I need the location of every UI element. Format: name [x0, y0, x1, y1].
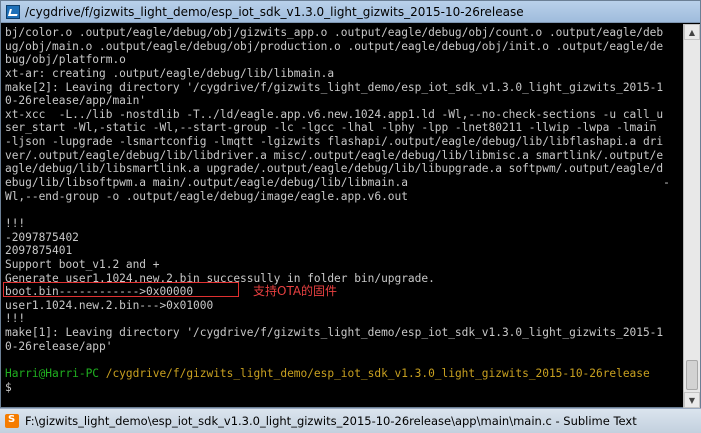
terminal-line: Wl,--end-group -o .output/eagle/debug/im… [5, 189, 408, 203]
terminal-line: Support boot_v1.2 and + [5, 257, 160, 271]
terminal-line: user1.1024.new.2.bin--->0x01000 [5, 298, 214, 312]
terminal-output[interactable]: bj/color.o .output/eagle/debug/obj/gizwi… [5, 26, 681, 407]
ota-firmware-highlight-box [3, 282, 239, 297]
terminal-line: make[2]: Leaving directory '/cygdrive/f/… [5, 80, 664, 94]
terminal-line: ug/obj/main.o .output/eagle/debug/obj/pr… [5, 39, 664, 53]
terminal-line: 0-26release/app/main' [5, 94, 147, 108]
terminal-line: bug/obj/platform.o [5, 53, 126, 67]
taskbar-window-title: F:\gizwits_light_demo\esp_iot_sdk_v1.3.0… [25, 414, 637, 428]
ota-firmware-annotation: 支持OTA的固件 [253, 284, 338, 298]
shell-prompt-line: Harri@Harri-PC /cygdrive/f/gizwits_light… [5, 367, 681, 381]
terminal-line: -ljson -lupgrade -lsmartconfig -lmqtt -l… [5, 135, 664, 149]
cygwin-terminal-icon [6, 4, 20, 19]
terminal-line: xt-xcc -L../lib -nostdlib -T../ld/eagle.… [5, 107, 664, 121]
terminal-line: make[1]: Leaving directory '/cygdrive/f/… [5, 326, 664, 340]
terminal-line: ser_start -Wl,-static -Wl,--start-group … [5, 121, 657, 135]
terminal-line: agle/debug/lib/libsmartlink.a upgrade/.o… [5, 162, 664, 176]
terminal-line: bj/color.o .output/eagle/debug/obj/gizwi… [5, 26, 664, 39]
terminal-line: 2097875401 [5, 244, 73, 258]
terminal-line: ebug/lib/libsoftpwm.a main/.output/eagle… [5, 176, 670, 190]
scroll-down-arrow-icon[interactable]: ▼ [684, 392, 700, 408]
terminal-window[interactable]: /cygdrive/f/gizwits_light_demo/esp_iot_s… [0, 0, 701, 408]
terminal-line: !!! [5, 312, 26, 326]
scroll-up-arrow-icon[interactable]: ▲ [684, 24, 700, 40]
taskbar-window-item[interactable]: F:\gizwits_light_demo\esp_iot_sdk_v1.3.0… [0, 408, 701, 433]
terminal-line: 0-26release/app' [5, 339, 113, 353]
shell-input-line[interactable]: $ [5, 381, 681, 395]
terminal-line: -2097875402 [5, 230, 79, 244]
window-title: /cygdrive/f/gizwits_light_demo/esp_iot_s… [25, 4, 524, 19]
scrollbar-thumb[interactable] [686, 360, 698, 390]
window-titlebar[interactable]: /cygdrive/f/gizwits_light_demo/esp_iot_s… [1, 1, 700, 23]
terminal-line: xt-ar: creating .output/eagle/debug/lib/… [5, 66, 335, 80]
terminal-line: !!! [5, 216, 26, 230]
terminal-line: ver/.output/eagle/debug/lib/libdriver.a … [5, 148, 664, 162]
sublime-text-icon [5, 414, 19, 428]
vertical-scrollbar[interactable]: ▲ ▼ [683, 24, 700, 408]
prompt-path: /cygdrive/f/gizwits_light_demo/esp_iot_s… [99, 367, 650, 381]
prompt-user-host: Harri@Harri-PC [5, 367, 100, 381]
